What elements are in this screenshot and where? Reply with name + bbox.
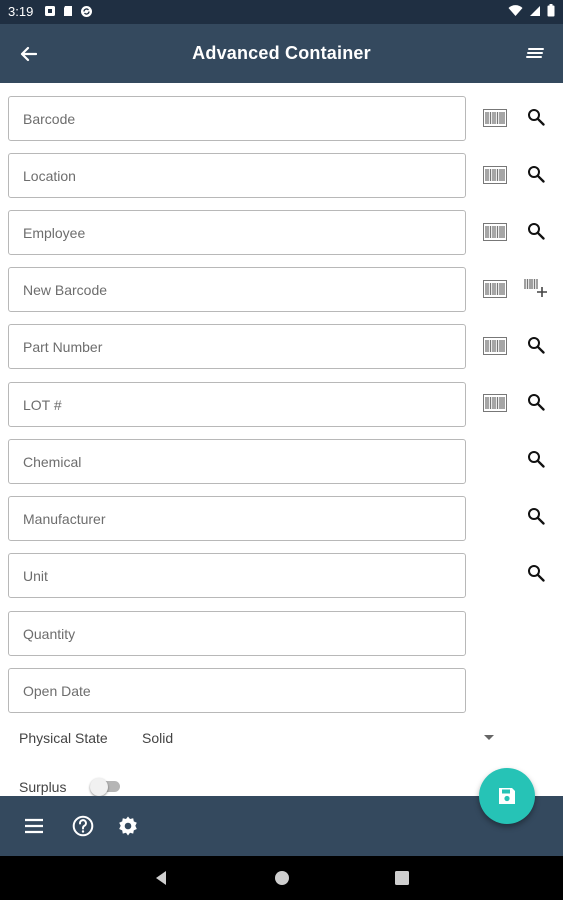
search-icon	[528, 166, 545, 183]
barcode-input[interactable]	[9, 97, 465, 140]
battery-icon	[547, 4, 555, 17]
hamburger-menu-icon	[25, 818, 43, 834]
location-field[interactable]	[8, 153, 466, 198]
search-icon	[528, 109, 545, 126]
search-icon	[528, 394, 545, 411]
unit-field[interactable]	[8, 553, 466, 598]
part-number-input[interactable]	[9, 325, 465, 368]
new-barcode-input[interactable]	[9, 268, 465, 311]
barcode-scan-icon	[483, 394, 507, 412]
open-date-input[interactable]	[9, 669, 465, 712]
bottom-toolbar	[0, 796, 563, 856]
container-form: Physical State Solid Surplus	[0, 83, 563, 796]
barcode-scan-icon	[483, 280, 507, 298]
search-icon	[528, 451, 545, 468]
scan-part-number-button[interactable]	[482, 335, 508, 357]
barcode-scan-icon	[483, 109, 507, 127]
settings-button[interactable]	[115, 813, 141, 839]
search-chemical-button[interactable]	[524, 447, 548, 471]
nav-back-button[interactable]	[151, 868, 171, 888]
search-barcode-button[interactable]	[524, 105, 548, 129]
page-title: Advanced Container	[192, 43, 371, 63]
system-nav-bar	[0, 856, 563, 900]
barcode-scan-icon	[483, 223, 507, 241]
search-unit-button[interactable]	[524, 561, 548, 585]
scan-barcode-button[interactable]	[482, 107, 508, 129]
search-lot-button[interactable]	[524, 390, 548, 414]
settings-icon	[119, 816, 137, 836]
manufacturer-field[interactable]	[8, 496, 466, 541]
help-button[interactable]	[70, 813, 96, 839]
generate-barcode-button[interactable]	[524, 276, 548, 300]
no-sim-icon	[530, 5, 540, 16]
nav-home-button[interactable]	[272, 868, 292, 888]
physical-state-select[interactable]: Solid	[140, 725, 500, 751]
notification-icon	[45, 6, 55, 16]
location-input[interactable]	[9, 154, 465, 197]
lot-input[interactable]	[9, 383, 465, 426]
manufacturer-input[interactable]	[9, 497, 465, 540]
add-barcode-icon	[524, 279, 547, 297]
scan-employee-button[interactable]	[482, 221, 508, 243]
home-circle-icon	[275, 871, 289, 885]
search-icon	[528, 337, 545, 354]
chemical-field[interactable]	[8, 439, 466, 484]
open-date-field[interactable]	[8, 668, 466, 713]
menu-button[interactable]	[21, 813, 47, 839]
scan-location-button[interactable]	[482, 164, 508, 186]
status-bar: 3:19	[0, 0, 563, 24]
search-location-button[interactable]	[524, 162, 548, 186]
search-icon	[528, 223, 545, 240]
lot-field[interactable]	[8, 382, 466, 427]
save-icon	[499, 788, 515, 804]
search-part-number-button[interactable]	[524, 333, 548, 357]
menu-list-icon	[526, 48, 544, 58]
search-manufacturer-button[interactable]	[524, 504, 548, 528]
list-menu-button[interactable]	[521, 41, 549, 67]
quantity-field[interactable]	[8, 611, 466, 656]
quantity-input[interactable]	[9, 612, 465, 655]
app-bar: Advanced Container	[0, 24, 563, 83]
scan-new-barcode-button[interactable]	[482, 278, 508, 300]
back-triangle-icon	[156, 871, 166, 885]
physical-state-row: Physical State Solid	[0, 723, 563, 753]
physical-state-value: Solid	[142, 730, 174, 746]
physical-state-label: Physical State	[19, 730, 108, 746]
employee-field[interactable]	[8, 210, 466, 255]
surplus-toggle[interactable]	[90, 778, 120, 796]
surplus-label: Surplus	[19, 779, 67, 795]
save-button[interactable]	[479, 768, 535, 824]
recents-square-icon	[395, 871, 409, 885]
part-number-field[interactable]	[8, 324, 466, 369]
status-time: 3:19	[8, 4, 34, 19]
employee-input[interactable]	[9, 211, 465, 254]
scan-lot-button[interactable]	[482, 392, 508, 414]
search-icon	[528, 508, 545, 525]
barcode-scan-icon	[483, 337, 507, 355]
new-barcode-field[interactable]	[8, 267, 466, 312]
unit-input[interactable]	[9, 554, 465, 597]
search-employee-button[interactable]	[524, 219, 548, 243]
toggle-thumb	[90, 778, 108, 796]
sd-card-icon	[64, 6, 72, 16]
sync-icon	[81, 6, 92, 17]
search-icon	[528, 565, 545, 582]
barcode-field[interactable]	[8, 96, 466, 141]
help-icon	[72, 815, 94, 837]
nav-recents-button[interactable]	[392, 868, 412, 888]
surplus-row: Surplus	[0, 771, 300, 796]
dropdown-caret-icon	[484, 735, 494, 740]
chemical-input[interactable]	[9, 440, 465, 483]
barcode-scan-icon	[483, 166, 507, 184]
wifi-icon	[508, 4, 523, 16]
